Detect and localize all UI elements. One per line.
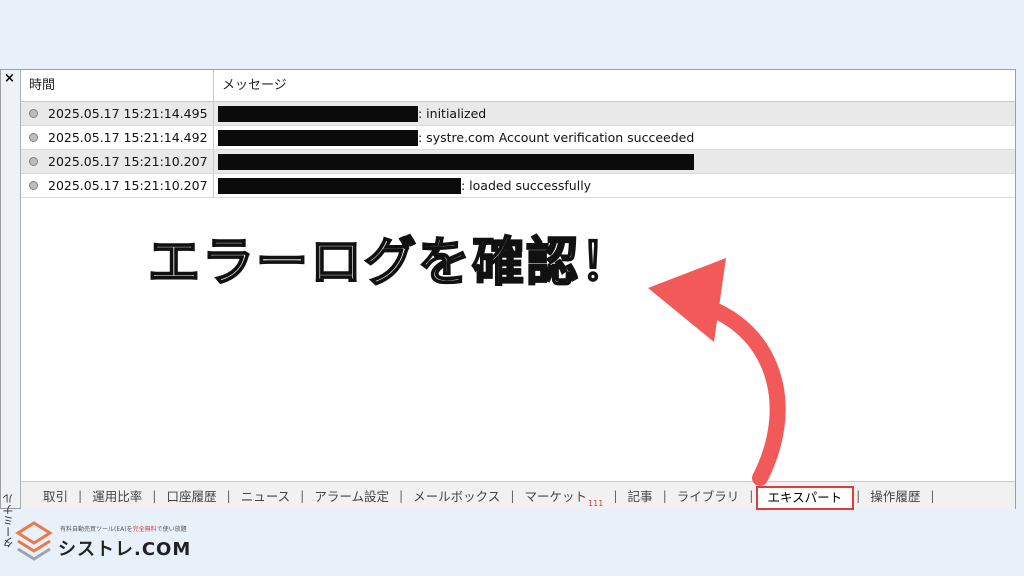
tab-separator: | (510, 488, 515, 503)
tab-separator: | (300, 488, 305, 503)
tab-1[interactable]: 運用比率 (84, 486, 150, 505)
message-text: : initialized (418, 106, 487, 121)
status-dot-icon (29, 109, 38, 118)
status-dot-icon (29, 157, 38, 166)
tab-separator: | (930, 488, 935, 503)
time-text: 2025.05.17 15:21:10.207 (48, 178, 208, 193)
tab-separator: | (749, 488, 754, 503)
redaction-bar (218, 129, 418, 146)
status-dot-icon (29, 133, 38, 142)
time-cell: 2025.05.17 15:21:10.207 (21, 150, 214, 173)
tab-label: ライブラリ (676, 489, 740, 504)
tab-separator: | (152, 488, 157, 503)
tab-label: マーケット (524, 489, 588, 504)
logo-tagline: 有料自動売買ツール(EA)を完全無料で使い放題 (60, 526, 187, 533)
tab-0[interactable]: 取引 (35, 486, 76, 505)
tab-5[interactable]: メールボックス (405, 486, 508, 505)
tab-label: 操作履歴 (870, 489, 921, 504)
tab-label: メールボックス (413, 489, 501, 504)
tab-label: 取引 (43, 489, 69, 504)
terminal-tab-bar: 取引 | 運用比率 | 口座履歴 | ニュース | アラーム設定 | メールボックス | マーケット11… (21, 481, 1015, 510)
status-dot-icon (29, 181, 38, 190)
tab-10[interactable]: 操作履歴 (862, 486, 928, 505)
tab-separator: | (78, 488, 83, 503)
tab-separator: | (613, 488, 618, 503)
logo-mark-icon (15, 521, 53, 561)
callout-text: エラーログを確認！ (147, 232, 635, 294)
table-row[interactable]: 2025.05.17 15:21:14.495 : initialized (21, 102, 1015, 126)
tab-label: 記事 (627, 489, 653, 504)
tab-separator: | (662, 488, 667, 503)
log-table: 時間 メッセージ 2025.05.17 15:21:14.495 : initia… (21, 70, 1015, 198)
redaction-bar (218, 153, 694, 170)
table-header: 時間 メッセージ (21, 70, 1015, 102)
message-text: : systre.com Account verification succee… (418, 130, 695, 145)
tab-2[interactable]: 口座履歴 (158, 486, 224, 505)
message-cell (214, 150, 1015, 173)
callout-arrow-icon (648, 258, 786, 486)
table-row[interactable]: 2025.05.17 15:21:14.492 : systre.com Acco… (21, 126, 1015, 150)
logo-name: シストレ.COM (58, 539, 192, 560)
tab-label: 口座履歴 (166, 489, 217, 504)
time-cell: 2025.05.17 15:21:14.495 (21, 102, 214, 125)
tab-label: エキスパート (767, 489, 843, 505)
message-cell: : systre.com Account verification succee… (214, 126, 1015, 149)
message-cell: : loaded successfully (214, 174, 1015, 197)
time-cell: 2025.05.17 15:21:10.207 (21, 174, 214, 197)
time-text: 2025.05.17 15:21:10.207 (48, 154, 208, 169)
tab-label: ニュース (240, 489, 291, 504)
time-text: 2025.05.17 15:21:14.492 (48, 130, 208, 145)
message-cell: : initialized (214, 102, 1015, 125)
table-row[interactable]: 2025.05.17 15:21:10.207 : loaded successf… (21, 174, 1015, 198)
tab-3[interactable]: ニュース (233, 486, 298, 505)
tab-4[interactable]: アラーム設定 (306, 486, 397, 505)
tab-separator: | (226, 488, 231, 503)
tab-label: 運用比率 (92, 489, 143, 504)
time-text: 2025.05.17 15:21:14.495 (48, 106, 208, 121)
tab-separator: | (398, 488, 404, 503)
time-cell: 2025.05.17 15:21:14.492 (21, 126, 214, 149)
tab-6[interactable]: マーケット111 (517, 486, 612, 508)
site-logo: 有料自動売買ツール(EA)を完全無料で使い放題 シストレ.COM (14, 519, 234, 569)
table-row[interactable]: 2025.05.17 15:21:10.207 (21, 150, 1015, 174)
close-icon[interactable]: × (4, 71, 15, 86)
column-header-time[interactable]: 時間 (21, 70, 214, 101)
terminal-side-strip: × ターミナル (1, 70, 21, 548)
tab-label: アラーム設定 (314, 489, 389, 504)
tab-badge: 111 (588, 499, 604, 508)
redaction-bar (218, 105, 418, 122)
redaction-bar (218, 177, 461, 194)
column-header-message[interactable]: メッセージ (214, 70, 1015, 101)
tab-separator: | (856, 488, 861, 503)
message-text: : loaded successfully (461, 178, 592, 193)
